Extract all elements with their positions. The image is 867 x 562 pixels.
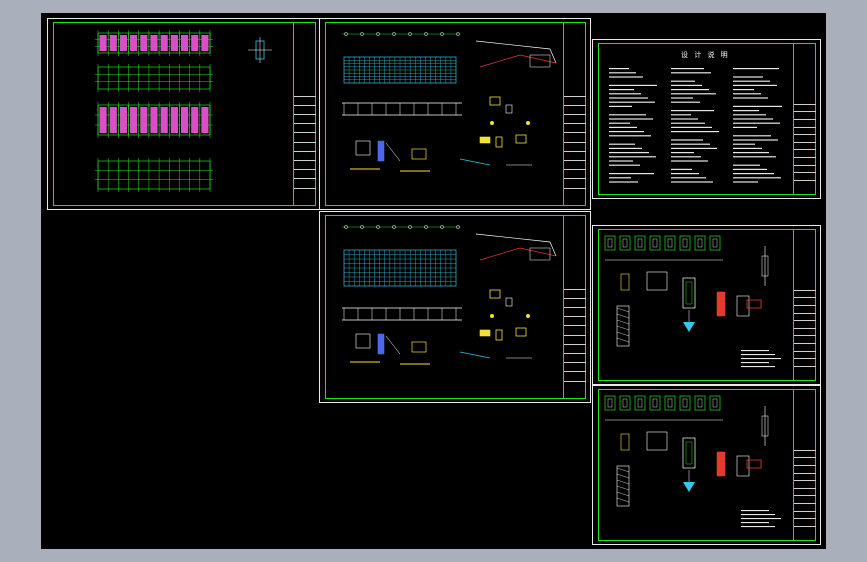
elevation-drawing [342, 225, 557, 365]
sheet-foundation-plan[interactable] [47, 18, 321, 210]
sheet-details-a[interactable] [592, 225, 821, 385]
sheet-roof-elevation-a[interactable] [319, 18, 591, 210]
title-block [793, 229, 816, 381]
title-block [563, 215, 586, 399]
title-block [793, 389, 816, 541]
title-block [793, 43, 816, 195]
sheet-design-notes[interactable]: 设 计 说 明 [592, 39, 821, 199]
elevation-drawing [342, 32, 557, 172]
drawing-canvas[interactable]: 设 计 说 明 [41, 13, 826, 549]
plan-drawing [95, 30, 272, 192]
title-block [563, 22, 586, 206]
notes-text-block [609, 68, 782, 183]
detail-drawing [604, 235, 781, 368]
sheet-roof-elevation-b[interactable] [319, 211, 591, 403]
detail-drawing [604, 395, 781, 528]
title-block [293, 22, 316, 206]
sheet-details-b[interactable] [592, 385, 821, 545]
